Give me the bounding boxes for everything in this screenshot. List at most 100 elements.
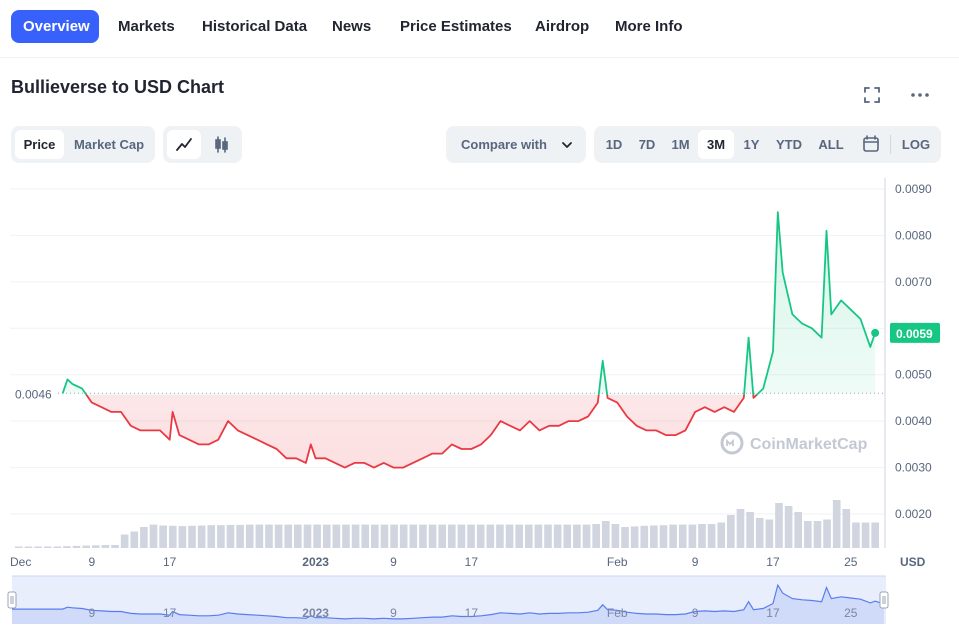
tab-historical-data[interactable]: Historical Data	[190, 10, 319, 43]
volume-bar	[342, 524, 350, 548]
x-tick-label: 25	[844, 555, 858, 569]
range-all[interactable]: ALL	[810, 130, 852, 159]
volume-bar	[601, 521, 610, 548]
line-chart-icon[interactable]	[167, 130, 201, 159]
volume-bar	[698, 524, 706, 548]
candlestick-icon[interactable]	[204, 130, 238, 159]
volume-bar	[746, 512, 754, 548]
volume-bar	[659, 525, 668, 548]
range-7d[interactable]: 7D	[631, 130, 663, 159]
price-area-down	[86, 395, 757, 468]
y-tick-label: 0.0090	[895, 182, 932, 196]
volume-bar	[226, 524, 235, 548]
price-chart[interactable]: CoinMarketCap 0.0046 0.0090 0.0080 0.0070 0…	[0, 170, 959, 634]
tab-airdrop[interactable]: Airdrop	[523, 10, 601, 43]
volume-bar	[823, 519, 831, 548]
volume-bar	[159, 525, 167, 548]
range-1m[interactable]: 1M	[664, 130, 697, 159]
volume-bar	[544, 524, 552, 548]
log-toggle[interactable]: LOG	[896, 130, 936, 159]
navigator-tick-label: Feb	[607, 606, 628, 620]
volume-bar	[448, 524, 456, 548]
volume-bar	[53, 546, 62, 548]
volume-bar	[15, 546, 23, 548]
volume-bar	[217, 525, 225, 548]
volume-bar	[524, 524, 533, 548]
x-tick-label: 17	[766, 555, 780, 569]
compare-dropdown[interactable]: Compare with	[446, 126, 586, 163]
chart-title: Bullieverse to USD Chart	[11, 77, 225, 97]
volume-bar	[43, 546, 52, 548]
volume-bar	[332, 524, 341, 548]
range-3m[interactable]: 3M	[698, 130, 734, 159]
navigator-handle-left[interactable]	[7, 591, 17, 609]
range-selector: 1D 7D 1M 3M 1Y YTD ALL LOG	[594, 126, 941, 163]
volume-bar	[351, 524, 360, 548]
y-tick-label: 0.0030	[895, 461, 932, 475]
volume-bar	[303, 524, 312, 548]
volume-bar	[111, 545, 119, 548]
volume-bar	[390, 524, 398, 548]
volume-bar	[294, 524, 302, 548]
range-1d[interactable]: 1D	[598, 130, 630, 159]
volume-bar	[678, 524, 687, 548]
volume-bar	[130, 531, 139, 548]
volume-bar	[582, 524, 591, 548]
tab-overview[interactable]: Overview	[11, 10, 99, 43]
compare-label: Compare with	[461, 137, 547, 152]
volume-bar	[640, 525, 649, 548]
volume-bar	[765, 519, 774, 548]
y-axis: 0.00900.00800.00700.00600.00500.00400.00…	[884, 178, 940, 548]
volume-bar	[82, 545, 90, 548]
volume-bar	[794, 512, 803, 548]
more-icon[interactable]	[908, 83, 932, 107]
x-tick-label: Feb	[607, 555, 628, 569]
tab-news[interactable]: News	[320, 10, 383, 43]
x-tick-label: 17	[163, 555, 177, 569]
x-tick-label: Dec	[10, 555, 31, 569]
chart-grid	[10, 188, 885, 515]
volume-bar	[380, 524, 389, 548]
y-tick-label: 0.0040	[895, 414, 932, 428]
market-cap-button[interactable]: Market Cap	[68, 130, 150, 159]
currency-label: USD	[900, 555, 926, 569]
navigator-handle-right[interactable]	[879, 591, 889, 609]
volume-bar	[91, 545, 100, 548]
tab-more-info[interactable]: More Info	[603, 10, 695, 43]
fullscreen-icon[interactable]	[860, 83, 884, 107]
x-tick-label: 9	[88, 555, 95, 569]
volume-bar	[688, 524, 697, 548]
tab-markets[interactable]: Markets	[106, 10, 187, 43]
navigator-tick-label: 17	[163, 606, 177, 620]
volume-bar	[755, 518, 764, 548]
watermark: CoinMarketCap	[720, 431, 868, 455]
volume-bar	[34, 546, 42, 548]
x-tick-label: 17	[465, 555, 479, 569]
chart-style-toggle	[163, 126, 242, 163]
volume-bar	[409, 524, 418, 548]
price-button[interactable]: Price	[15, 130, 64, 159]
volume-bar	[736, 509, 745, 548]
volume-bar	[101, 545, 110, 548]
y-tick-label: 0.0020	[895, 507, 932, 521]
volume-bar	[553, 524, 562, 548]
section-tabs: Overview Markets Historical Data News Pr…	[0, 0, 959, 58]
volume-bar	[804, 521, 812, 548]
calendar-icon[interactable]	[856, 130, 886, 159]
navigator-tick-label: 2023	[302, 606, 329, 620]
volume-bar	[467, 524, 475, 548]
volume-bar	[852, 522, 860, 548]
volume-bar	[178, 526, 187, 548]
range-navigator[interactable]: 9 17 2023 9 17 Feb 9 17 25	[7, 575, 889, 624]
tab-price-estimates[interactable]: Price Estimates	[388, 10, 524, 43]
x-axis: Dec 9 17 2023 9 17 Feb 9 17 25 USD	[10, 555, 926, 569]
range-1y[interactable]: 1Y	[735, 130, 768, 159]
open-price-label: 0.0046	[15, 387, 52, 401]
volume-bar	[140, 527, 148, 548]
volume-bar	[573, 524, 581, 548]
y-tick-label: 0.0050	[895, 368, 932, 382]
volume-bar	[842, 509, 851, 548]
range-ytd[interactable]: YTD	[769, 130, 809, 159]
volume-bar	[236, 524, 244, 548]
volume-bar	[592, 524, 600, 548]
